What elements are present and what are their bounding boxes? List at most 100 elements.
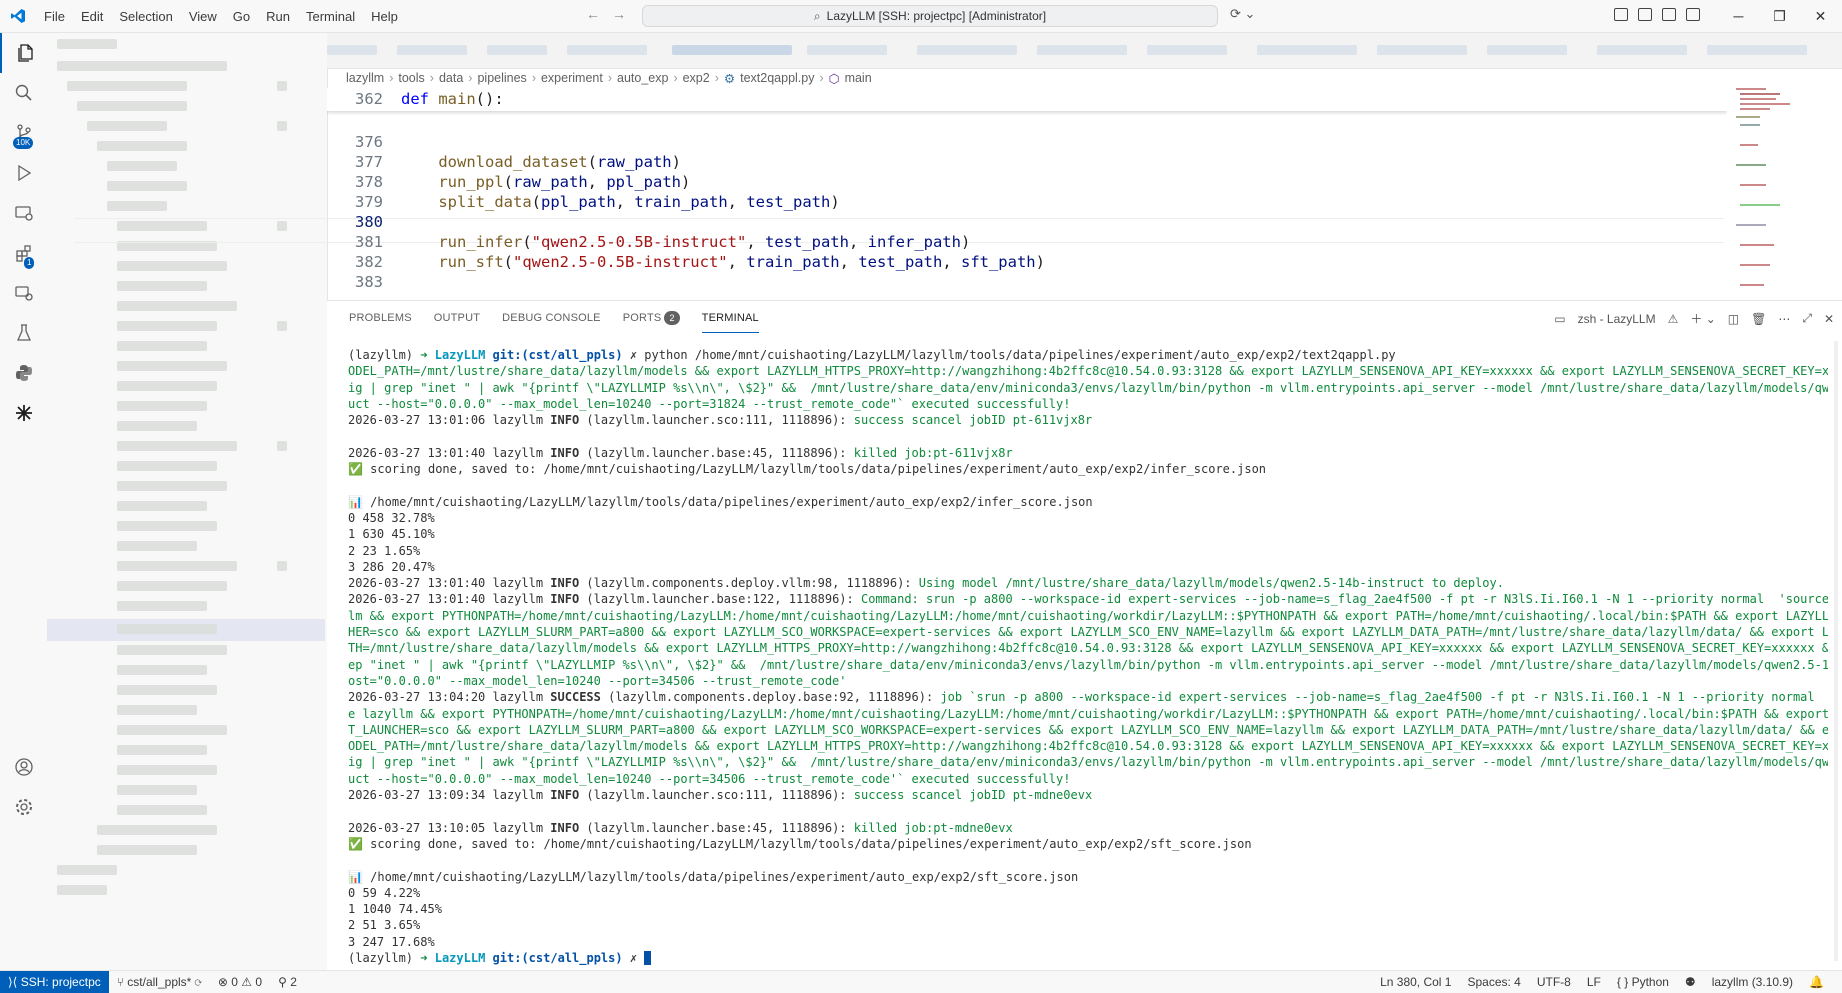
settings-gear-icon[interactable] [0,787,47,827]
terminal-line: ODEL_PATH=/mnt/lustre/share_data/lazyllm… [348,739,1828,754]
terminal-line: ✅ scoring done, saved to: /home/mnt/cuis… [348,462,1267,477]
breadcrumb-item[interactable]: text2qappl.py [740,71,814,85]
toggle-sidebar-icon[interactable] [1638,8,1652,21]
title-bar: File Edit Selection View Go Run Terminal Help ←… [0,0,1842,33]
language-mode[interactable]: { } Python [1609,975,1677,989]
chevron-right-icon: › [819,71,824,85]
testing-icon[interactable] [0,313,47,353]
menu-selection[interactable]: Selection [111,9,180,24]
ports-count: 2 [290,975,297,989]
extensions-icon[interactable]: 1 [0,233,47,273]
remote-explorer-icon[interactable] [0,193,47,233]
back-arrow-icon[interactable]: ← [586,6,600,22]
toggle-secondary-sidebar-icon[interactable] [1686,8,1700,21]
explorer-icon[interactable] [0,33,49,73]
tab-ports[interactable]: PORTS 2 [623,303,680,333]
restore-icon[interactable]: ❐ [1759,0,1800,32]
code-line[interactable]: 379 split_data(ppl_path, train_path, tes… [327,191,840,214]
menu-go[interactable]: Go [225,9,258,24]
ports-item[interactable]: ⚲ 2 [270,975,305,989]
terminal-name[interactable]: zsh - LazyLLM [1578,312,1656,326]
code-editor[interactable]: 362 def main(): 375 "color:#008000"># pi… [327,88,1727,300]
scm-badge: 10K [13,137,34,149]
code-line[interactable]: 383 [327,271,401,294]
branch-item[interactable]: ⑂ cst/all_ppls* ⟳ [109,975,210,989]
function-icon: ⬡ [828,71,840,86]
trash-icon[interactable]: 🗑 [1751,312,1766,326]
warning-icon: ⚠ [241,975,256,989]
maximize-panel-icon[interactable]: ⤢ [1802,311,1812,326]
menu-file[interactable]: File [36,9,73,24]
search-icon[interactable] [0,73,47,113]
source-control-icon[interactable]: 10K [0,113,47,153]
new-terminal-icon[interactable]: ＋ ⌄ [1690,310,1715,327]
command-center[interactable]: ⌕ LazyLLM [SSH: projectpc] [Administrato… [642,5,1218,27]
chevron-right-icon: › [531,71,536,85]
customize-layout-icon[interactable] [1614,8,1628,21]
braces-icon: { } [1616,975,1632,989]
split-terminal-icon[interactable]: ◫ [1728,312,1739,326]
breadcrumb-item[interactable]: exp2 [683,71,710,85]
copilot-status-icon[interactable]: ⚉ [1677,975,1704,989]
tab-debug-console[interactable]: DEBUG CONSOLE [502,304,601,332]
copilot-icon[interactable]: ⟳ ⌄ [1230,6,1255,22]
terminal-line: 2 23 1.65% [348,543,421,558]
menu-edit[interactable]: Edit [73,9,111,24]
terminal-line: uct --host="0.0.0.0" --max_model_len=102… [348,396,1071,411]
menu-help[interactable]: Help [363,9,406,24]
tab-terminal[interactable]: TERMINAL [701,304,759,333]
remote-indicator[interactable]: ⟩⟨ SSH: projectpc [0,971,109,993]
minimap[interactable] [1726,84,1836,300]
forward-arrow-icon[interactable]: → [612,6,626,22]
accounts-icon[interactable] [0,747,47,787]
tab-output[interactable]: OUTPUT [434,304,480,332]
terminal-line: e lazyllm && export PYTHONPATH=/home/mnt… [348,706,1828,721]
panel-actions: ▭ zsh - LazyLLM ⚠ ＋ ⌄ ◫ 🗑 ⋯ ⤢ ✕ [1554,310,1834,327]
breadcrumb-item[interactable]: data [439,71,463,85]
breadcrumb-item[interactable]: auto_exp [617,71,668,85]
breadcrumb-item[interactable]: tools [398,71,424,85]
chevron-right-icon: › [607,71,612,85]
cursor-position[interactable]: Ln 380, Col 1 [1372,975,1459,989]
menu-terminal[interactable]: Terminal [298,9,363,24]
indentation[interactable]: Spaces: 4 [1459,975,1528,989]
toggle-panel-icon[interactable] [1662,8,1676,21]
minimize-icon[interactable]: ─ [1718,0,1759,32]
sticky-scroll-header[interactable]: 362 def main(): [327,88,1727,111]
panel-tabs: PROBLEMS OUTPUT DEBUG CONSOLE PORTS 2 TER… [327,301,759,335]
extension-star-icon[interactable] [0,393,47,433]
terminal-line: 0 59 4.22% [348,885,421,900]
command-center-label: LazyLLM [SSH: projectpc] [Administrator] [826,9,1047,23]
run-debug-icon[interactable] [0,153,47,193]
problems-item[interactable]: ⊗ 0 ⚠ 0 [210,975,270,989]
breadcrumb-item[interactable]: lazyllm [346,71,384,85]
terminal-cursor [644,951,652,966]
close-panel-icon[interactable]: ✕ [1824,312,1834,326]
breadcrumb-item[interactable]: pipelines [477,71,526,85]
breadcrumb-item[interactable]: experiment [541,71,603,85]
chat-icon[interactable] [0,273,47,313]
terminal-line: 0 458 32.78% [348,510,435,525]
encoding[interactable]: UTF-8 [1529,975,1579,989]
terminal-prompt[interactable]: (lazyllm) ➜ LazyLLM git:(cst/all_ppls) ✗ [348,950,1828,966]
python-interpreter[interactable]: lazyllm (3.10.9) [1704,975,1801,989]
notifications-icon[interactable]: 🔔 [1801,975,1832,989]
line-ending[interactable]: LF [1579,975,1609,989]
menu-run[interactable]: Run [258,9,298,24]
code-line[interactable]: 382 run_sft("qwen2.5-0.5B-instruct", tra… [327,251,1045,274]
python-icon[interactable] [0,353,47,393]
menu-view[interactable]: View [181,9,225,24]
terminal-output[interactable]: (lazyllm) ➜ LazyLLM git:(cst/all_ppls) ✗… [348,347,1828,966]
terminal-scrollbar[interactable] [1834,341,1838,961]
terminal-line: TH=/mnt/lustre/share_data/lazyllm/models… [348,641,1828,656]
breadcrumb-item[interactable]: main [845,71,872,85]
more-actions-icon[interactable]: ⋯ [1778,312,1790,326]
warning-icon: ⚠ [1667,311,1679,326]
close-icon[interactable]: ✕ [1800,0,1841,32]
remote-icon: ⟩⟨ [8,975,21,989]
terminal-shell-icon: ▭ [1554,311,1566,326]
terminal-line: T_LAUNCHER=sco && export LAZYLLM_SLURM_P… [348,722,1828,737]
tab-problems[interactable]: PROBLEMS [349,304,412,332]
